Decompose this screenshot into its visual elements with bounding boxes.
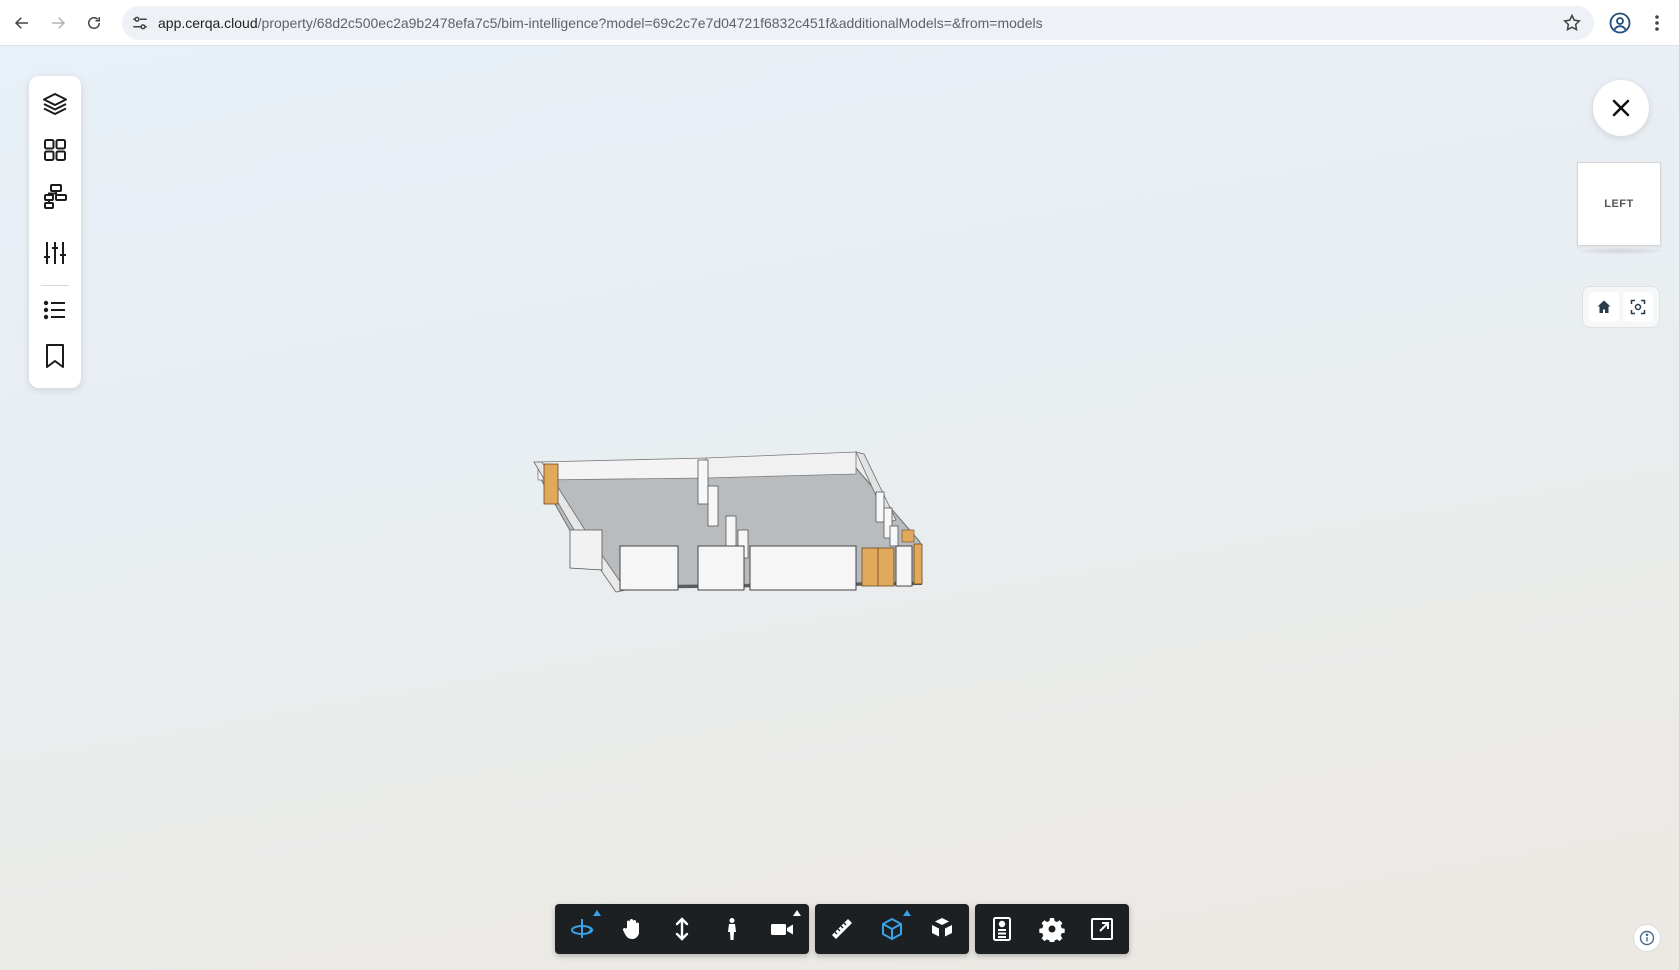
arrow-left-icon bbox=[14, 17, 28, 29]
fullscreen-icon bbox=[1091, 918, 1113, 940]
bookmarks-button[interactable] bbox=[39, 340, 71, 372]
fullscreen-tool-button[interactable] bbox=[1077, 904, 1127, 954]
url-text: app.cerqa.cloud/property/68d2c500ec2a9b2… bbox=[158, 15, 1043, 31]
back-button[interactable] bbox=[6, 7, 38, 39]
navigation-toolbar bbox=[555, 904, 809, 954]
front-wall bbox=[697, 545, 745, 591]
browser-menu-button[interactable] bbox=[1647, 11, 1667, 35]
back-wall bbox=[537, 457, 707, 481]
info-icon bbox=[1639, 930, 1655, 946]
gear-icon bbox=[1039, 918, 1065, 942]
list-button[interactable] bbox=[39, 294, 71, 326]
camera-controls bbox=[1582, 286, 1660, 328]
model-browser-button[interactable] bbox=[39, 88, 71, 120]
bookmark-icon bbox=[46, 344, 64, 368]
browser-toolbar: app.cerqa.cloud/property/68d2c500ec2a9b2… bbox=[0, 0, 1679, 46]
vertical-arrows-icon bbox=[675, 917, 689, 941]
flyout-indicator bbox=[593, 910, 601, 916]
measure-tool-button[interactable] bbox=[817, 904, 867, 954]
hierarchy-icon bbox=[44, 184, 67, 209]
front-wall bbox=[895, 545, 913, 587]
person-icon bbox=[728, 918, 736, 940]
filters-button[interactable] bbox=[39, 237, 71, 269]
bim-viewer-canvas[interactable]: LEFT bbox=[0, 46, 1679, 970]
front-wall bbox=[619, 545, 679, 591]
viewcube[interactable]: LEFT bbox=[1577, 162, 1661, 246]
first-person-tool-button[interactable] bbox=[707, 904, 757, 954]
settings-toolbar bbox=[975, 904, 1129, 954]
room-block bbox=[569, 529, 603, 571]
orbit-tool-button[interactable] bbox=[557, 904, 607, 954]
close-viewer-button[interactable] bbox=[1593, 80, 1649, 136]
partition bbox=[707, 485, 719, 527]
grid-icon bbox=[44, 139, 66, 161]
reload-icon bbox=[88, 17, 100, 29]
address-bar[interactable]: app.cerqa.cloud/property/68d2c500ec2a9b2… bbox=[122, 6, 1594, 40]
flyout-indicator bbox=[793, 910, 801, 916]
viewcube-shadow bbox=[1579, 248, 1661, 254]
properties-panel-icon bbox=[993, 917, 1011, 941]
url-host: app.cerqa.cloud bbox=[158, 15, 258, 31]
partition bbox=[875, 491, 885, 523]
explode-tool-button[interactable] bbox=[917, 904, 967, 954]
account-circle-icon[interactable] bbox=[1608, 11, 1632, 35]
viewcube-face-label: LEFT bbox=[1604, 198, 1634, 210]
reload-button[interactable] bbox=[78, 7, 110, 39]
analysis-toolbar bbox=[815, 904, 969, 954]
settings-tool-button[interactable] bbox=[1027, 904, 1077, 954]
toolbar-divider bbox=[41, 285, 69, 286]
back-wall bbox=[705, 451, 857, 479]
camera-tool-button[interactable] bbox=[757, 904, 807, 954]
layers-icon bbox=[43, 93, 67, 115]
orbit-icon bbox=[571, 919, 594, 938]
tune-icon[interactable] bbox=[131, 14, 149, 32]
arrow-right-icon bbox=[52, 17, 66, 29]
structure-tree-button[interactable] bbox=[39, 180, 71, 212]
explode-cubes-icon bbox=[932, 918, 952, 937]
close-icon bbox=[1612, 99, 1630, 117]
info-button[interactable] bbox=[1633, 924, 1661, 952]
ruler-icon bbox=[832, 919, 852, 939]
partition bbox=[697, 459, 709, 505]
home-view-button[interactable] bbox=[1589, 292, 1619, 322]
building-model-3d[interactable] bbox=[530, 430, 950, 600]
door bbox=[543, 463, 559, 505]
front-wall bbox=[749, 545, 857, 591]
sliders-icon bbox=[44, 242, 66, 264]
kebab-menu-icon bbox=[1655, 15, 1659, 31]
properties-tool-button[interactable] bbox=[977, 904, 1027, 954]
focus-icon bbox=[1630, 299, 1646, 315]
forward-button[interactable] bbox=[42, 7, 74, 39]
section-tool-button[interactable] bbox=[867, 904, 917, 954]
cube-icon bbox=[882, 918, 902, 940]
flyout-indicator bbox=[903, 910, 911, 916]
zoom-tool-button[interactable] bbox=[657, 904, 707, 954]
hand-icon bbox=[622, 919, 639, 939]
partition bbox=[889, 525, 899, 547]
star-icon[interactable] bbox=[1562, 13, 1582, 33]
door bbox=[901, 529, 915, 543]
left-toolbar bbox=[29, 76, 81, 388]
pan-tool-button[interactable] bbox=[607, 904, 657, 954]
list-icon bbox=[43, 300, 65, 320]
video-camera-icon bbox=[771, 924, 793, 935]
url-path: /property/68d2c500ec2a9b2478efa7c5/bim-i… bbox=[257, 15, 1043, 31]
home-icon bbox=[1597, 300, 1611, 313]
fit-to-view-button[interactable] bbox=[1623, 292, 1653, 322]
model-grid-button[interactable] bbox=[39, 134, 71, 166]
door bbox=[913, 543, 923, 585]
